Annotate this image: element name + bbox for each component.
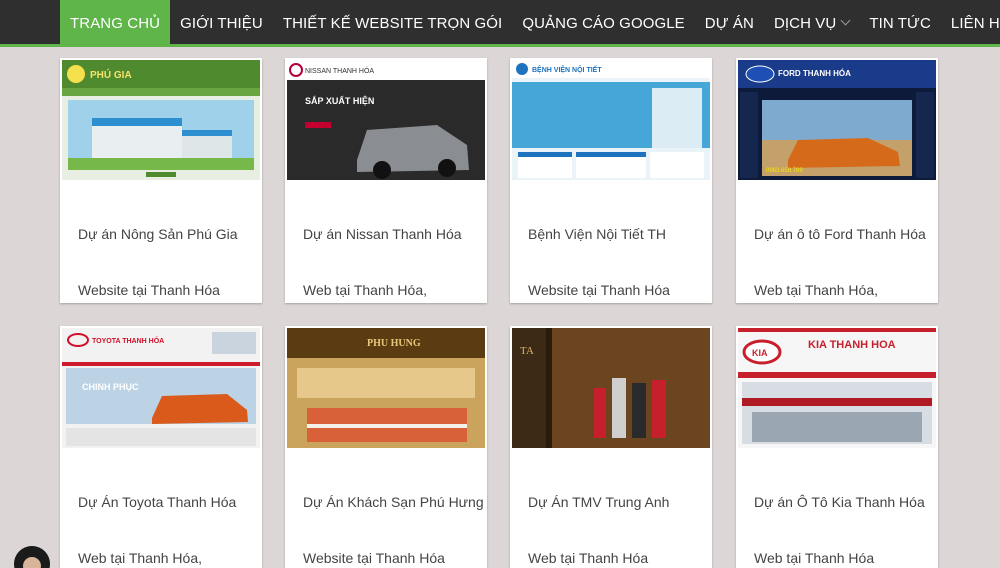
project-thumbnail[interactable]: TOYOTA THANH HÓA CHINH PHỤC bbox=[62, 328, 260, 448]
project-thumbnail[interactable]: TA bbox=[512, 328, 710, 448]
chat-avatar[interactable] bbox=[14, 546, 50, 568]
project-subtitle: Web tại Thanh Hóa, bbox=[754, 282, 879, 298]
project-title[interactable]: Dự Án Toyota Thanh Hóa bbox=[78, 494, 258, 510]
project-thumbnail[interactable]: BỆNH VIỆN NỘI TIẾT bbox=[512, 60, 710, 180]
nav-item-google-ads[interactable]: QUẢNG CÁO GOOGLE bbox=[512, 0, 694, 47]
project-subtitle: Web tại Thanh Hóa, bbox=[78, 550, 203, 566]
nav-item-home[interactable]: TRANG CHỦ bbox=[60, 0, 171, 47]
project-title[interactable]: Dự án Nissan Thanh Hóa bbox=[303, 226, 483, 242]
project-card-tmv[interactable]: TA Dự Án TMV Trung Anh Web tại Thanh Hóa bbox=[510, 326, 712, 568]
project-title[interactable]: Dự án Ô Tô Kia Thanh Hóa bbox=[754, 494, 934, 510]
thumb-logo-text: TA bbox=[520, 345, 534, 357]
thumb-logo-text: TOYOTA THANH HÓA bbox=[92, 336, 164, 345]
nav-item-about[interactable]: GIỚI THIỆU bbox=[170, 0, 273, 47]
project-subtitle: Website tại Thanh Hóa bbox=[303, 550, 445, 566]
nav-item-services[interactable]: DỊCH VỤ bbox=[764, 0, 859, 47]
project-title[interactable]: Bệnh Viện Nội Tiết TH bbox=[528, 226, 708, 242]
nav-label: DỰ ÁN bbox=[704, 15, 754, 32]
nav-item-projects[interactable]: DỰ ÁN bbox=[695, 0, 764, 47]
project-card-ford[interactable]: FORD THANH HÓA 0963.658.789 Dự án ô tô F… bbox=[736, 58, 938, 303]
nav-menu: TRANG CHỦ GIỚI THIỆU THIẾT KẾ WEBSITE TR… bbox=[60, 0, 1000, 47]
nav-label: LIÊN HỆ bbox=[950, 15, 1000, 32]
project-title[interactable]: Dự án Nông Sản Phú Gia bbox=[78, 226, 258, 242]
chevron-down-icon bbox=[840, 15, 851, 26]
main-nav: TRANG CHỦ GIỚI THIỆU THIẾT KẾ WEBSITE TR… bbox=[0, 0, 1000, 47]
nav-label: QUẢNG CÁO GOOGLE bbox=[522, 15, 685, 32]
nav-label: THIẾT KẾ WEBSITE TRỌN GÓI bbox=[282, 15, 503, 32]
project-card-nissan[interactable]: NISSAN THANH HÓA SẮP XUẤT HIỆN Dự án Nis… bbox=[285, 58, 487, 303]
project-thumbnail[interactable]: FORD THANH HÓA 0963.658.789 bbox=[738, 60, 936, 180]
project-card-phu-gia[interactable]: PHÚ GIA Dự án Nông Sản Phú Gia Website t… bbox=[60, 58, 262, 303]
project-subtitle: Web tại Thanh Hóa bbox=[754, 550, 875, 566]
project-subtitle: Website tại Thanh Hóa bbox=[78, 282, 220, 298]
nav-item-contact[interactable]: LIÊN HỆ bbox=[941, 0, 1000, 47]
project-card-noi-tiet[interactable]: BỆNH VIỆN NỘI TIẾT Bệnh Viện Nội Tiết TH… bbox=[510, 58, 712, 303]
project-thumbnail[interactable]: KIA KIA THANH HOA bbox=[738, 328, 936, 448]
thumb-headline: CHINH PHỤC bbox=[82, 382, 139, 392]
thumb-phone: 0963.658.789 bbox=[766, 168, 803, 174]
nav-label: DỊCH VỤ bbox=[773, 15, 837, 32]
project-thumbnail[interactable]: PHÚ GIA bbox=[62, 60, 260, 180]
project-thumbnail[interactable]: NISSAN THANH HÓA SẮP XUẤT HIỆN bbox=[287, 60, 485, 180]
project-title[interactable]: Dự Án TMV Trung Anh bbox=[528, 494, 708, 510]
project-subtitle: Web tại Thanh Hóa, bbox=[303, 282, 428, 298]
thumb-logo-mark: KIA bbox=[752, 348, 768, 358]
nav-label: TRANG CHỦ bbox=[70, 15, 161, 32]
thumb-logo-text: PHÚ GIA bbox=[90, 68, 132, 81]
project-card-phu-hung[interactable]: PHU HUNG Dự Án Khách Sạn Phú Hưng Websit… bbox=[285, 326, 487, 568]
thumb-logo-text: KIA THANH HOA bbox=[808, 339, 896, 351]
project-subtitle: Web tại Thanh Hóa bbox=[528, 550, 649, 566]
thumb-logo-text: NISSAN THANH HÓA bbox=[305, 66, 374, 75]
nav-item-website-design[interactable]: THIẾT KẾ WEBSITE TRỌN GÓI bbox=[273, 0, 512, 47]
project-title[interactable]: Dự án ô tô Ford Thanh Hóa bbox=[754, 226, 934, 242]
thumb-logo-text: PHU HUNG bbox=[367, 338, 421, 349]
thumb-headline: SẮP XUẤT HIỆN bbox=[305, 95, 374, 106]
project-subtitle: Website tại Thanh Hóa bbox=[528, 282, 670, 298]
nav-label: TIN TỨC bbox=[869, 15, 931, 32]
project-card-kia[interactable]: KIA KIA THANH HOA Dự án Ô Tô Kia Thanh H… bbox=[736, 326, 938, 568]
nav-item-news[interactable]: TIN TỨC bbox=[859, 0, 941, 47]
project-thumbnail[interactable]: PHU HUNG bbox=[287, 328, 485, 448]
project-card-toyota[interactable]: TOYOTA THANH HÓA CHINH PHỤC Dự Án Toyota… bbox=[60, 326, 262, 568]
project-title[interactable]: Dự Án Khách Sạn Phú Hưng bbox=[303, 494, 484, 510]
thumb-logo-text: FORD THANH HÓA bbox=[778, 69, 851, 78]
nav-label: GIỚI THIỆU bbox=[180, 15, 263, 32]
